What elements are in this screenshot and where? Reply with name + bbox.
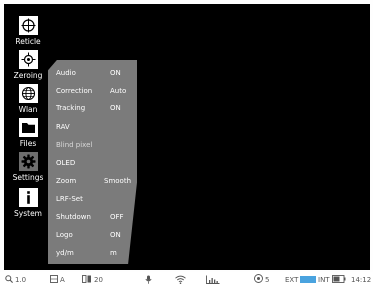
sidebar-item-label: Files (19, 139, 37, 148)
external-battery-icon (300, 276, 317, 283)
menu-item-lrf-set[interactable]: LRF-Set (56, 193, 136, 205)
menu-item-label: LRF-Set (56, 195, 83, 203)
menu-item-rav[interactable]: RAV (56, 121, 136, 133)
menu-item-shutdown[interactable]: Shutdown OFF (56, 211, 136, 223)
menu-item-zoom[interactable]: Zoom Smooth (56, 175, 136, 187)
menu-item-logo[interactable]: Logo ON (56, 229, 136, 241)
sidebar-item-label: Settings (12, 173, 44, 182)
menu-item-tracking[interactable]: Tracking ON (56, 102, 136, 114)
int-label: INT (318, 275, 330, 284)
menu-item-label: Audio (56, 69, 76, 77)
device-screen: Reticle Zeroing Wlan Files Settings Syst… (0, 0, 373, 287)
external-battery-indicator: EXT (285, 275, 317, 284)
internal-battery-indicator: INT (318, 274, 346, 285)
menu-item-value: Auto (110, 87, 127, 95)
menu-item-value: OFF (110, 213, 124, 221)
menu-item-label: Tracking (56, 104, 86, 112)
menu-item-label: Blind pixel (56, 141, 93, 149)
brightness-value: 20 (94, 275, 103, 284)
menu-item-label: Zoom (56, 177, 77, 185)
time-value: 14:12 (351, 275, 372, 284)
menu-item-label: Correction (56, 87, 93, 95)
folder-icon (18, 118, 38, 137)
gear-icon (18, 152, 38, 171)
menu-item-value: ON (110, 104, 121, 112)
menu-item-label: OLED (56, 159, 76, 167)
brightness-icon (82, 274, 92, 285)
menu-item-oled[interactable]: OLED (56, 157, 136, 169)
wifi-icon (175, 275, 186, 284)
battery-count-indicator: 5 (254, 274, 269, 285)
info-icon (18, 188, 38, 207)
menu-item-blind-pixel[interactable]: Blind pixel (56, 139, 136, 151)
magnifier-icon (5, 274, 13, 285)
zoom-value: 1.0 (15, 275, 27, 284)
menu-item-value: Smooth (104, 177, 132, 185)
zoom-indicator: 1.0 (5, 274, 27, 285)
ext-label: EXT (285, 275, 299, 284)
menu-item-label: Logo (56, 231, 73, 239)
crosshair-icon (18, 16, 38, 35)
sidebar-item-label: System (14, 209, 42, 218)
battery-cells-icon (254, 274, 263, 285)
clock: 14:12 (351, 276, 371, 284)
status-bar: 1.0 A 20 5 EXT INT 14:12 (0, 272, 373, 287)
globe-icon (18, 84, 38, 103)
mode-indicator: A (50, 274, 65, 285)
menu-item-label: RAV (56, 123, 70, 131)
menu-item-value: ON (110, 231, 121, 239)
sidebar-item-label: Wlan (18, 105, 38, 114)
sidebar-item-reticle[interactable]: Reticle (12, 16, 44, 46)
menu-item-yd-m[interactable]: yd/m m (56, 247, 136, 259)
brightness-indicator: 20 (82, 274, 103, 285)
microphone-icon (145, 275, 152, 284)
mode-value: A (60, 275, 65, 284)
calibration-mode-icon (50, 274, 58, 285)
sidebar-item-settings[interactable]: Settings (12, 152, 44, 182)
sidebar-item-wlan[interactable]: Wlan (12, 84, 44, 114)
battery-count-value: 5 (265, 275, 270, 284)
sidebar-item-label: Zeroing (13, 71, 43, 80)
target-icon (18, 50, 38, 69)
internal-battery-icon (331, 274, 346, 285)
menu-item-audio[interactable]: Audio ON (56, 67, 136, 79)
sidebar-item-system[interactable]: System (12, 188, 44, 218)
menu-item-value: ON (110, 69, 121, 77)
sidebar-item-label: Reticle (15, 37, 41, 46)
histogram-icon (206, 275, 220, 284)
menu-item-correction[interactable]: Correction Auto (56, 85, 136, 97)
menu-item-value: m (110, 249, 117, 257)
sidebar-item-zeroing[interactable]: Zeroing (12, 50, 44, 80)
menu-item-label: yd/m (56, 249, 74, 257)
viewfinder: Reticle Zeroing Wlan Files Settings Syst… (4, 4, 370, 270)
menu-item-label: Shutdown (56, 213, 91, 221)
sidebar-item-files[interactable]: Files (12, 118, 44, 148)
